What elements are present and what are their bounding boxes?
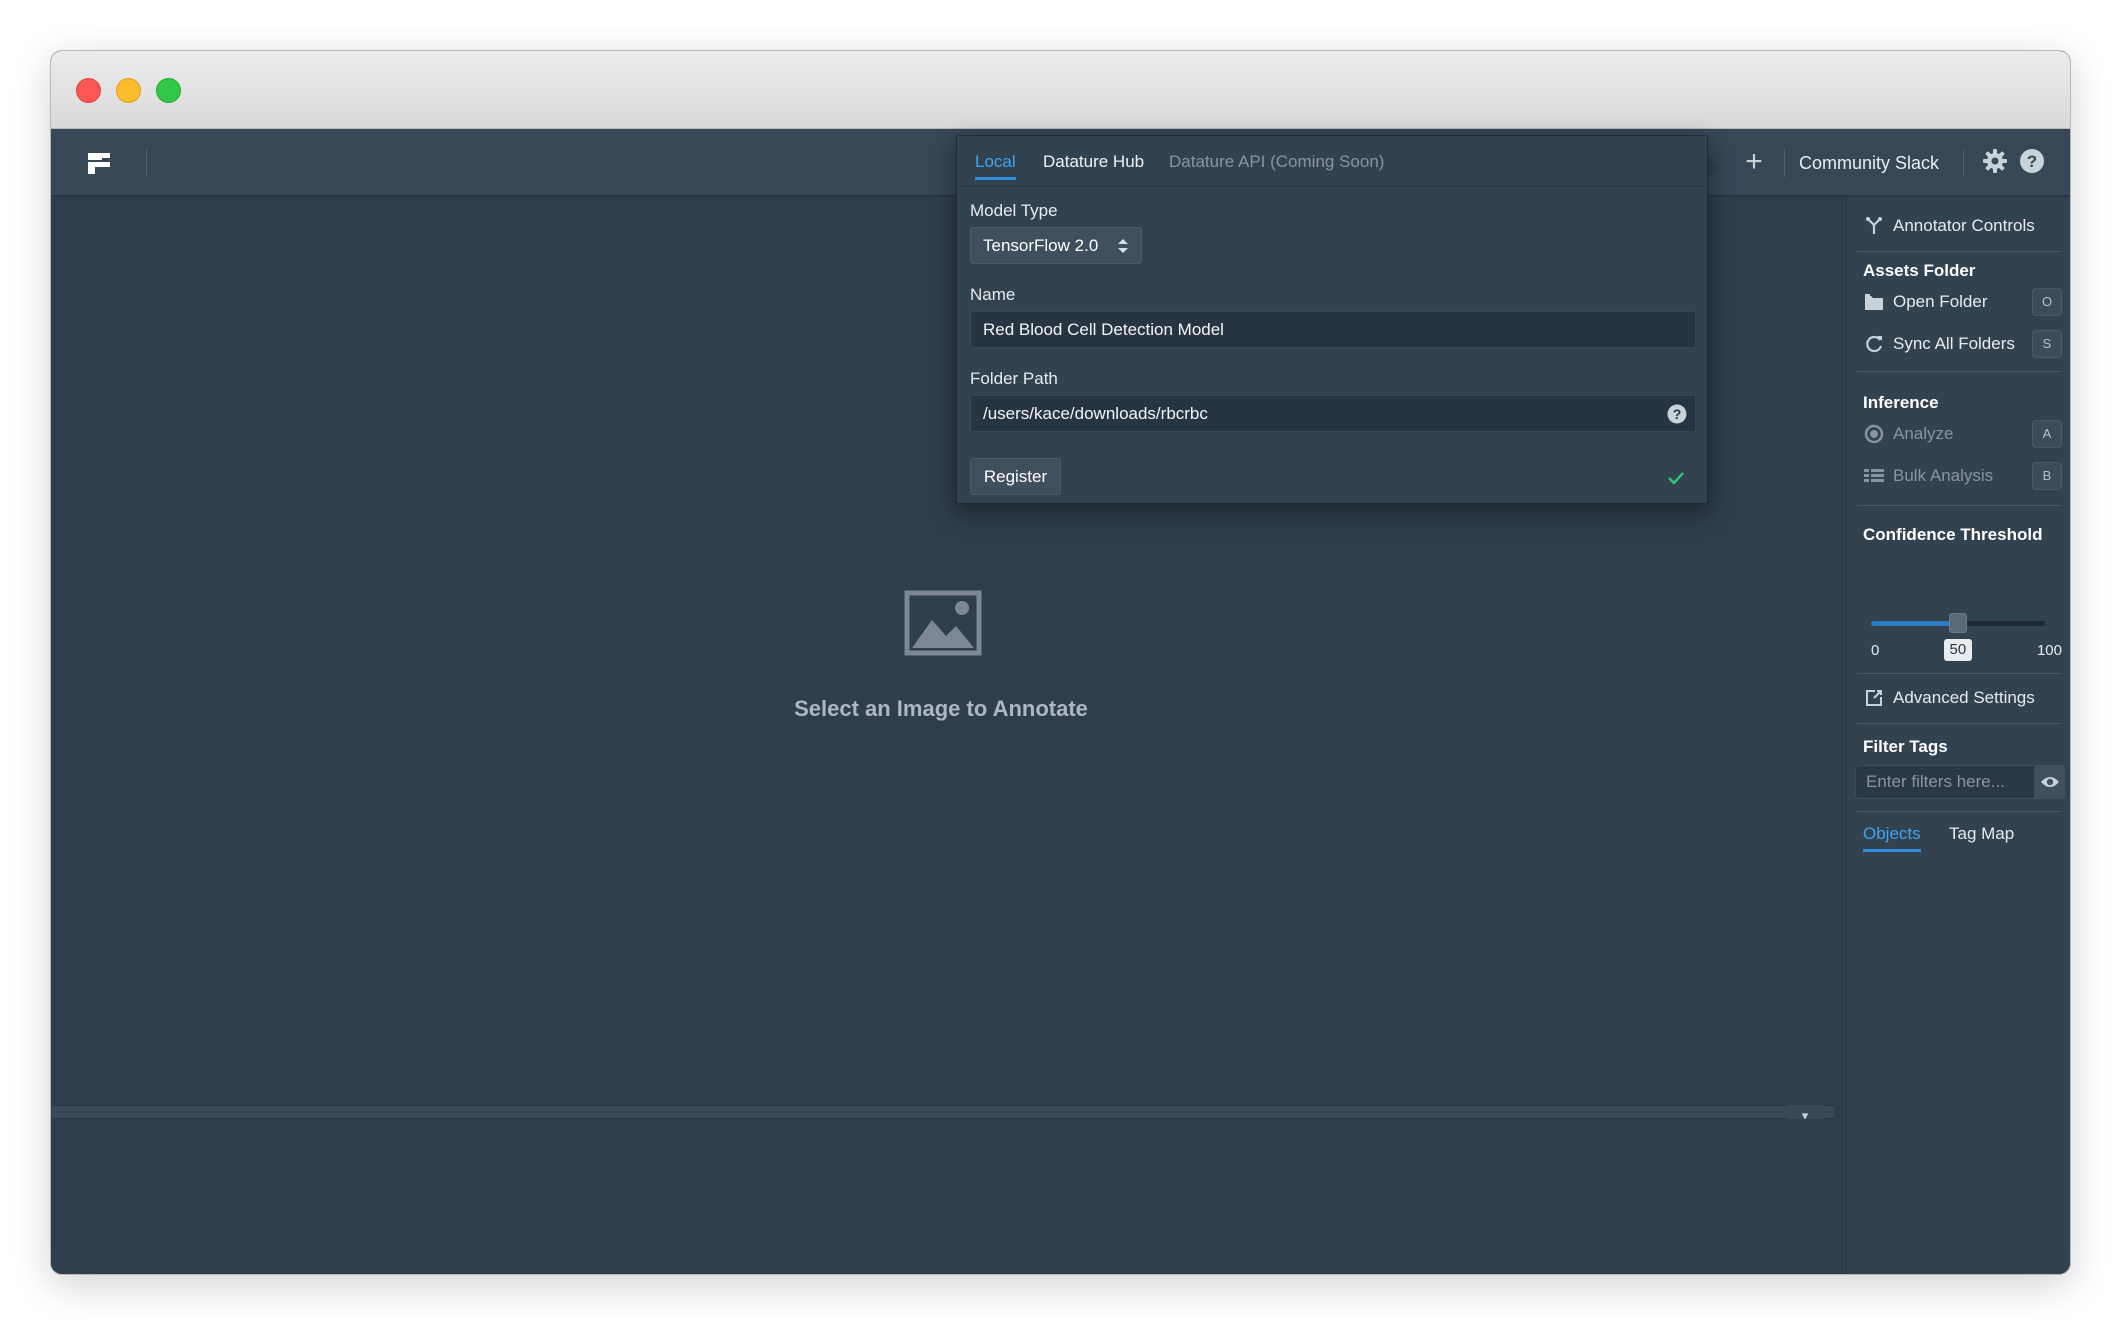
advanced-settings-label: Advanced Settings <box>1893 688 2035 707</box>
tab-objects[interactable]: Objects <box>1863 824 1921 852</box>
filter-tags-input[interactable] <box>1855 765 2035 799</box>
sync-icon <box>1863 333 1885 355</box>
gear-icon[interactable] <box>1981 147 2009 175</box>
bulk-analysis-button[interactable]: Bulk Analysis B <box>1863 461 2062 491</box>
model-type-select[interactable]: TensorFlow 2.0 <box>970 227 1142 264</box>
bulk-analysis-label: Bulk Analysis <box>1893 466 1994 485</box>
zoom-window-button[interactable] <box>156 78 181 103</box>
annotator-controls-header: Annotator Controls <box>1863 211 2062 241</box>
help-icon[interactable]: ? <box>1667 404 1687 424</box>
bulk-analysis-hotkey: B <box>2032 462 2062 490</box>
filter-tags-heading: Filter Tags <box>1863 737 1948 756</box>
name-label: Name <box>970 285 1016 304</box>
toolbar-divider <box>1784 149 1785 177</box>
app-logo-icon[interactable] <box>85 149 113 177</box>
svg-text:?: ? <box>2027 152 2037 171</box>
popover-tab-bar: Local Datature Hub Datature API (Coming … <box>957 136 1707 187</box>
analyze-icon <box>1863 423 1885 445</box>
assets-folder-heading: Assets Folder <box>1863 261 1976 280</box>
app-window: + Community Slack ? Select an Image to A… <box>50 50 2071 1275</box>
divider <box>1857 371 2062 372</box>
check-icon <box>1668 472 1684 485</box>
sync-folders-button[interactable]: Sync All Folders S <box>1863 329 2062 359</box>
bottom-panel <box>51 1119 1834 1274</box>
open-folder-label: Open Folder <box>1893 292 1988 311</box>
analyze-hotkey: A <box>2032 420 2062 448</box>
toolbar-divider <box>146 149 147 177</box>
bulk-analysis-icon <box>1863 465 1885 487</box>
sync-folders-hotkey: S <box>2032 330 2062 358</box>
annotator-controls-label: Annotator Controls <box>1893 216 2035 235</box>
eye-icon <box>2041 777 2059 787</box>
divider <box>1857 811 2062 812</box>
confidence-slider-fill <box>1871 621 1958 626</box>
divider <box>1857 505 2062 506</box>
inference-heading: Inference <box>1863 393 1939 412</box>
annotator-controls-icon <box>1863 215 1885 237</box>
add-button[interactable]: + <box>1736 144 1772 180</box>
empty-canvas-message: Select an Image to Annotate <box>794 696 1088 721</box>
minimize-window-button[interactable] <box>116 78 141 103</box>
confidence-value-badge: 50 <box>1943 639 1973 661</box>
advanced-settings-icon <box>1863 687 1885 709</box>
folder-path-field[interactable]: /users/kace/downloads/rbcrbc ? <box>970 395 1696 432</box>
folder-path-value: /users/kace/downloads/rbcrbc <box>983 404 1208 423</box>
divider <box>1857 251 2062 252</box>
panel-splitter[interactable] <box>51 1105 1834 1119</box>
analyze-label: Analyze <box>1893 424 1954 443</box>
folder-icon <box>1863 291 1885 313</box>
toolbar-divider <box>1963 149 1964 177</box>
divider <box>1857 723 2062 724</box>
community-slack-link[interactable]: Community Slack <box>1799 149 1939 177</box>
model-name-value: Red Blood Cell Detection Model <box>983 320 1224 339</box>
confidence-slider-thumb[interactable] <box>1949 613 1967 633</box>
tab-datature-hub[interactable]: Datature Hub <box>1043 152 1144 180</box>
close-window-button[interactable] <box>76 78 101 103</box>
advanced-settings-button[interactable]: Advanced Settings <box>1863 683 2062 713</box>
model-registration-popover: Local Datature Hub Datature API (Coming … <box>956 135 1708 504</box>
model-type-label: Model Type <box>970 201 1058 220</box>
model-type-value: TensorFlow 2.0 <box>983 236 1099 255</box>
folder-path-label: Folder Path <box>970 369 1058 388</box>
select-arrows-icon <box>1118 239 1128 253</box>
svg-text:?: ? <box>1673 406 1682 422</box>
sync-folders-label: Sync All Folders <box>1893 334 2015 353</box>
register-button[interactable]: Register <box>970 458 1061 495</box>
confidence-min-label: 0 <box>1871 642 1880 659</box>
tab-datature-api: Datature API (Coming Soon) <box>1169 152 1385 171</box>
tab-local[interactable]: Local <box>975 152 1016 180</box>
open-folder-hotkey: O <box>2032 288 2062 316</box>
popover-arrow <box>1708 155 1720 179</box>
image-placeholder-icon <box>904 590 982 656</box>
confidence-max-label: 100 <box>2036 642 2062 659</box>
model-name-field[interactable]: Red Blood Cell Detection Model <box>970 311 1696 348</box>
analyze-button[interactable]: Analyze A <box>1863 419 2062 449</box>
help-icon[interactable]: ? <box>2019 148 2045 174</box>
open-folder-button[interactable]: Open Folder O <box>1863 287 2062 317</box>
divider <box>1857 673 2062 674</box>
tab-tag-map[interactable]: Tag Map <box>1949 824 2014 852</box>
toggle-visibility-button[interactable] <box>2035 765 2065 799</box>
annotator-sidebar: Annotator Controls Assets Folder Open Fo… <box>1846 199 2070 1274</box>
title-bar <box>51 51 2070 129</box>
confidence-threshold-heading: Confidence Threshold <box>1863 525 2043 544</box>
